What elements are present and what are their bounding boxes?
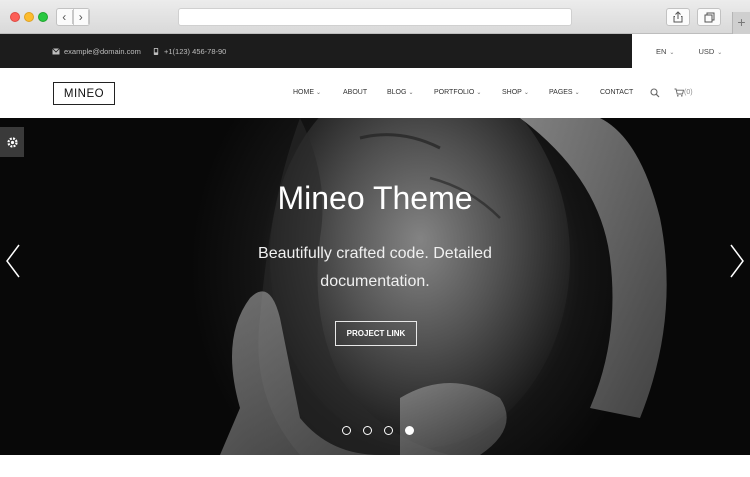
language-select[interactable]: EN ⌄: [644, 47, 674, 56]
new-tab-button[interactable]: +: [732, 12, 750, 34]
maximize-window-button[interactable]: [38, 12, 48, 22]
cart-icon: [674, 88, 684, 97]
email-text: example@domain.com: [64, 46, 141, 56]
nav-shop[interactable]: SHOP ⌄: [502, 89, 529, 96]
chevron-down-icon: ⌄: [574, 90, 580, 96]
hero-title: Mineo Theme: [277, 180, 473, 216]
site-logo[interactable]: MINEO: [53, 82, 115, 105]
nav-home[interactable]: HOME ⌄: [293, 89, 321, 96]
minimize-window-button[interactable]: [24, 12, 34, 22]
history-nav: ‹ ›: [56, 8, 90, 26]
slider-next-arrow[interactable]: [727, 243, 747, 279]
language-label: EN: [656, 46, 667, 56]
share-button[interactable]: [666, 8, 690, 26]
settings-button[interactable]: [0, 127, 24, 157]
nav-contact[interactable]: CONTACT: [600, 89, 633, 96]
slide-dot-1[interactable]: [342, 426, 351, 435]
chevron-down-icon: ⌄: [669, 49, 675, 56]
nav-label: PORTFOLIO: [434, 89, 475, 96]
gear-icon: [6, 136, 18, 148]
close-window-button[interactable]: [10, 12, 20, 22]
cart-button[interactable]: (0): [674, 88, 693, 97]
forward-button[interactable]: ›: [74, 9, 89, 25]
tabs-icon: [704, 12, 714, 22]
nav-label: PAGES: [549, 89, 573, 96]
project-link-button[interactable]: PROJECT LINK: [335, 321, 417, 346]
back-button[interactable]: ‹: [57, 9, 74, 25]
email-contact[interactable]: example@domain.com: [52, 34, 141, 68]
chevron-down-icon: ⌄: [408, 90, 414, 96]
chevron-left-icon: ‹: [57, 10, 73, 24]
nav-blog[interactable]: BLOG ⌄: [387, 89, 413, 96]
cart-count: (0): [684, 89, 693, 96]
search-icon[interactable]: [650, 88, 660, 98]
nav-portfolio[interactable]: PORTFOLIO ⌄: [434, 89, 481, 96]
browser-toolbar: ‹ › +: [0, 0, 750, 34]
share-icon: [673, 11, 683, 23]
nav-pages[interactable]: PAGES ⌄: [549, 89, 580, 96]
slider-prev-arrow[interactable]: [3, 243, 23, 279]
nav-label: HOME: [293, 89, 314, 96]
currency-label: USD: [698, 46, 715, 56]
chevron-down-icon: ⌄: [476, 90, 482, 96]
slide-dot-2[interactable]: [363, 426, 372, 435]
phone-icon: [153, 47, 159, 55]
chevron-down-icon: ⌄: [316, 90, 322, 96]
site-header: MINEO HOME ⌄ ABOUT BLOG ⌄ PORTFOLIO ⌄ SHOP ⌄…: [0, 68, 750, 118]
phone-text: +1(123) 456-78-90: [164, 46, 227, 56]
slide-dot-3[interactable]: [384, 426, 393, 435]
tabs-button[interactable]: [697, 8, 721, 26]
hero-subtitle: Beautifully crafted code. Detailed docum…: [258, 245, 492, 290]
address-bar[interactable]: [178, 8, 572, 26]
nav-label: SHOP: [502, 89, 522, 96]
currency-select[interactable]: USD ⌄: [686, 47, 722, 56]
nav-label: ABOUT: [343, 89, 368, 96]
phone-contact[interactable]: +1(123) 456-78-90: [152, 34, 226, 68]
chevron-down-icon: ⌄: [717, 49, 723, 56]
nav-label: CONTACT: [600, 89, 634, 96]
envelope-icon: [52, 47, 60, 54]
locale-switcher: EN ⌄ USD ⌄: [632, 34, 750, 68]
chevron-down-icon: ⌄: [523, 90, 529, 96]
nav-label: BLOG: [387, 89, 407, 96]
slide-dot-4[interactable]: [405, 426, 414, 435]
chevron-right-icon: ›: [74, 10, 89, 24]
nav-about[interactable]: ABOUT: [343, 89, 367, 96]
slider-pagination: [342, 426, 426, 435]
